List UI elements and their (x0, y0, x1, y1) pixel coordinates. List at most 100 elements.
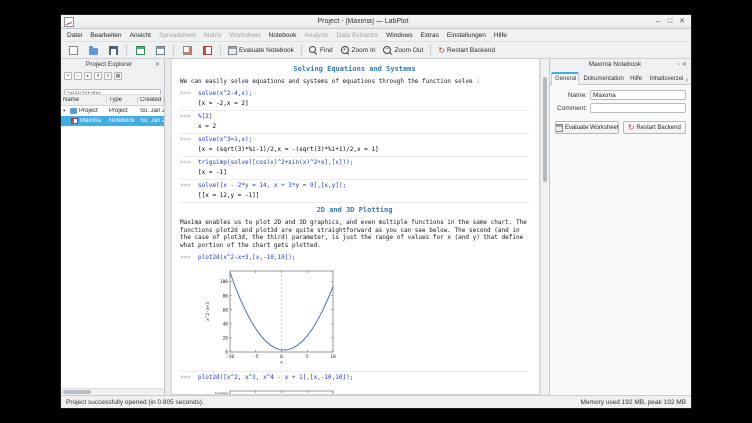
name-field[interactable] (590, 90, 686, 100)
notebook-page[interactable]: Solving Equations and Systems We can eas… (171, 59, 540, 395)
menu-datei[interactable]: Datei (63, 31, 86, 40)
plot-cell[interactable]: >>> plot2d([x^2, x^3, x^4 - x + 1],[x,-1… (180, 372, 529, 395)
new-notebook-icon (203, 46, 212, 55)
cell-prompt: >>> (180, 159, 194, 167)
cell-code[interactable]: plot2d([x^2, x^3, x^4 - x + 1],[x,-10,10… (198, 374, 353, 382)
new-project-button[interactable] (64, 44, 82, 57)
cell-result: [[x = 12,y = -1]] (198, 192, 529, 200)
zoom-out-icon (383, 46, 392, 55)
maximize-icon[interactable]: □ (664, 16, 676, 27)
tree-row-project[interactable]: ▾ Project Project So. Jan 2 18:… (61, 106, 164, 116)
properties-tab-bar: General Dokumentation Hilfe Inhaltsverze… (550, 70, 691, 85)
code-cell[interactable]: >>> solve([x - 2*y = 14, x + 3*y = 9],[x… (180, 180, 529, 203)
tree-header-row[interactable]: Name Type Created (61, 95, 164, 106)
comment-label: Comment: (555, 105, 587, 112)
screen: Project - [Maxima] — LabPlot – □ ✕ Datei… (0, 0, 752, 423)
plot-cell[interactable]: >>> plot2d(x^2-x+3,[x,-10,10]); -10-5051… (180, 252, 529, 372)
new-worksheet-icon (183, 46, 192, 55)
menu-windows[interactable]: Windows (382, 31, 416, 40)
zoom-out-button[interactable]: Zoom Out (380, 44, 426, 57)
tab-dokumentation[interactable]: Dokumentation (579, 73, 626, 84)
project-explorer-toolbar: + − ▸ ▾ ≡ ▦ (61, 70, 164, 81)
new-project-icon (69, 46, 78, 55)
code-cell[interactable]: >>> %[2] x = 2 (180, 111, 529, 134)
cell-code[interactable]: solve(x^2-4,x); (198, 90, 252, 98)
expander-icon[interactable]: ▾ (63, 108, 68, 114)
cell-code[interactable]: trigsimp(solve([cos(x)^2+sin(x)^2+x],[x]… (198, 159, 353, 167)
new-spreadsheet-button[interactable] (131, 44, 149, 57)
dock-close-icon[interactable]: ✕ (154, 61, 161, 68)
cell-code[interactable]: solve([x - 2*y = 14, x + 3*y = 9],[x,y])… (198, 182, 346, 190)
restart-backend-label: Restart Backend (636, 125, 680, 131)
tab-inhaltsverzeichnis[interactable]: Inhaltsverzeichnis (646, 73, 684, 84)
toolbar-separator (430, 45, 431, 55)
notebook-paragraph[interactable]: Maxima enables us to plot 2D and 3D grap… (180, 219, 529, 249)
tab-general[interactable]: General (551, 72, 579, 85)
find-button[interactable]: Find (306, 44, 336, 57)
comment-field[interactable] (590, 103, 686, 113)
evaluate-worksheet-icon (555, 124, 563, 132)
code-cell[interactable]: >>> solve(x^2-4,x); [x = -2,x = 2] (180, 88, 529, 111)
tree-row-maxima[interactable]: Maxima Notebook So. Jan 2 18:… (61, 116, 164, 126)
project-tree: Name Type Created ▾ Project Project So. … (61, 94, 164, 388)
tab-scroll-right-icon[interactable]: › (684, 77, 690, 84)
column-header-created[interactable]: Created (138, 97, 164, 103)
column-header-type[interactable]: Type (107, 97, 138, 103)
code-cell[interactable]: >>> solve(x^3=1,x); [x = (sqrt(3)*%i-1)/… (180, 134, 529, 157)
horizontal-scrollbar-thumb[interactable] (63, 390, 91, 394)
restart-backend-toolbar-button[interactable]: ↻ Restart Backend (435, 44, 498, 57)
restart-backend-icon: ↻ (628, 123, 635, 132)
cell-result: [x = -2,x = 2] (198, 100, 529, 108)
horizontal-scrollbar[interactable] (61, 388, 164, 395)
menu-hilfe[interactable]: Hilfe (490, 31, 511, 40)
menu-matrix: Matrix (200, 31, 226, 40)
svg-text:0: 0 (280, 354, 283, 360)
status-bar: Project successfully opened (in 0.805 se… (61, 395, 691, 408)
notebook-scrollbar-thumb[interactable] (543, 77, 547, 182)
menu-notebook[interactable]: Notebook (265, 31, 301, 40)
new-worksheet-button[interactable] (178, 44, 196, 57)
filter-options-button[interactable]: ≡ (104, 72, 112, 80)
find-label: Find (320, 47, 333, 54)
zoom-in-button[interactable]: Zoom In (338, 44, 379, 57)
svg-text:80: 80 (223, 293, 229, 299)
column-header-name[interactable]: Name (61, 97, 107, 103)
cell-code[interactable]: plot2d(x^2-x+3,[x,-10,10]); (198, 254, 296, 262)
notebook-file-icon (71, 118, 78, 124)
new-matrix-button[interactable] (151, 44, 169, 57)
notebook-scrollbar[interactable] (540, 59, 549, 395)
restart-backend-button[interactable]: ↻ Restart Backend (623, 121, 687, 134)
save-project-button[interactable] (104, 44, 122, 57)
search-filter-row (64, 82, 161, 92)
notebook-paragraph[interactable]: We can easily solve equations and system… (180, 78, 529, 86)
minimize-icon[interactable]: – (652, 16, 664, 27)
tab-hilfe[interactable]: Hilfe (626, 73, 646, 84)
plot2d-output: -10-505100200040006000800010000x^2x^3x^4… (204, 385, 529, 396)
expand-all-button[interactable]: + (64, 72, 72, 80)
close-icon[interactable]: ✕ (676, 16, 688, 27)
cell-code[interactable]: %[2] (198, 113, 212, 121)
menu-bearbeiten[interactable]: Bearbeiten (86, 31, 125, 40)
dock-close-icon[interactable]: ✕ (681, 61, 688, 68)
evaluate-notebook-button[interactable]: Evaluate Notebook (225, 44, 297, 57)
open-project-button[interactable] (84, 44, 102, 57)
expand-selected-button[interactable]: ▸ (84, 72, 92, 80)
general-tab-panel: Name: Comment: Evaluate Worksheet ↻ (550, 85, 691, 395)
code-cell[interactable]: >>> trigsimp(solve([cos(x)^2+sin(x)^2+x]… (180, 157, 529, 180)
project-explorer-dock: Project Explorer ✕ + − ▸ ▾ ≡ ▦ Name (61, 59, 165, 395)
new-matrix-icon (156, 46, 165, 55)
notebook-heading[interactable]: Solving Equations and Systems (180, 65, 529, 74)
menu-extras[interactable]: Extras (416, 31, 442, 40)
menu-einstellungen[interactable]: Einstellungen (443, 31, 490, 40)
evaluate-worksheet-button[interactable]: Evaluate Worksheet (555, 121, 619, 134)
title-bar[interactable]: Project - [Maxima] — LabPlot – □ ✕ (61, 15, 691, 29)
menu-ansicht[interactable]: Ansicht (126, 31, 155, 40)
cell-result: [x = -1] (198, 169, 529, 177)
new-notebook-button[interactable] (198, 44, 216, 57)
collapse-selected-button[interactable]: ▾ (94, 72, 102, 80)
notebook-heading[interactable]: 2D and 3D Plotting (180, 206, 529, 215)
cell-code[interactable]: solve(x^3=1,x); (198, 136, 252, 144)
tree-item-type: Project (107, 108, 138, 114)
column-settings-button[interactable]: ▦ (114, 72, 122, 80)
collapse-all-button[interactable]: − (74, 72, 82, 80)
